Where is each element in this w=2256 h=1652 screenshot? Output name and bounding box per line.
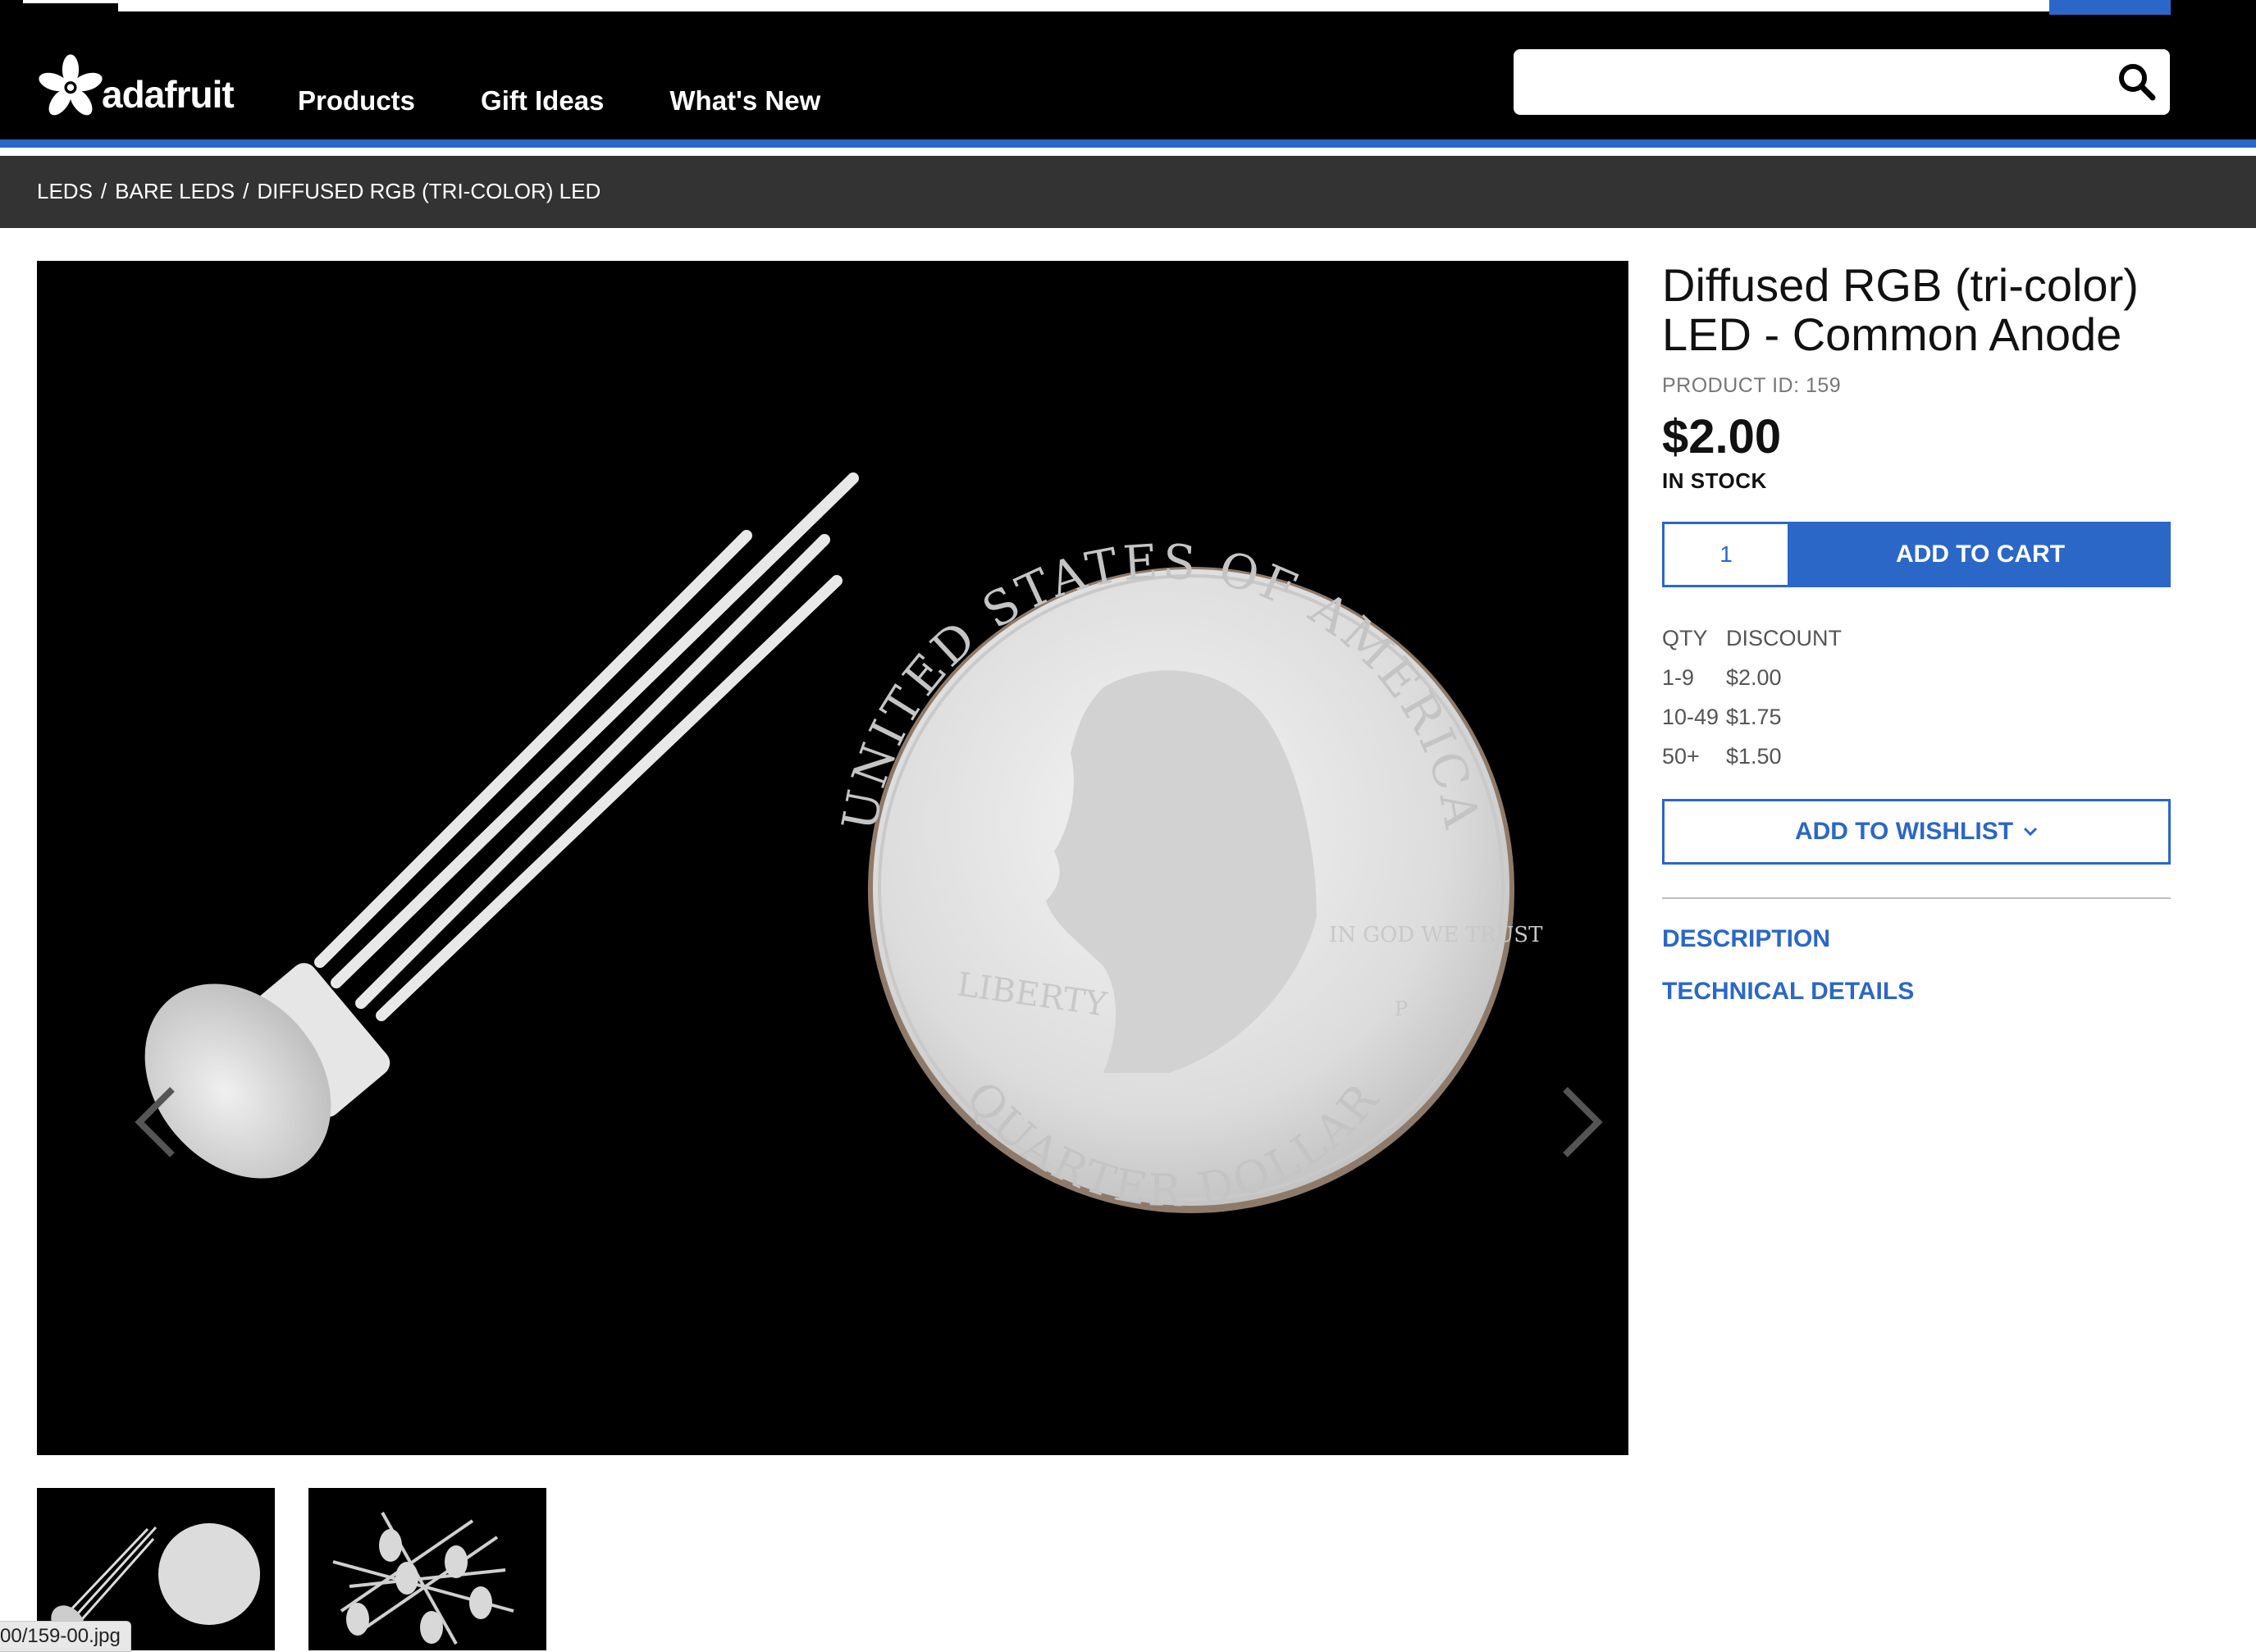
logo[interactable]: adafruit: [36, 49, 235, 123]
top-tab-indicator: [23, 0, 118, 3]
discount-header-row: QTY DISCOUNT: [1662, 618, 2171, 658]
main-product-image[interactable]: UNITED STATES OF AMERICA QUARTER DOLLAR …: [37, 261, 1628, 1455]
site-header: adafruit Products Gift Ideas What's New: [0, 15, 2256, 148]
add-to-cart-button[interactable]: ADD TO CART: [1790, 522, 2171, 587]
search-box: [1514, 49, 2170, 115]
browser-status-bar: 00/159-00.jpg: [0, 1621, 131, 1652]
chevron-down-icon: [2023, 827, 2038, 837]
add-to-wishlist-label: ADD TO WISHLIST: [1794, 818, 2014, 845]
breadcrumb-separator: /: [243, 179, 249, 203]
nav-products[interactable]: Products: [298, 85, 415, 116]
breadcrumb-leds[interactable]: LEDS: [37, 179, 93, 204]
search-icon[interactable]: [2116, 61, 2158, 103]
discount-row: 1-9 $2.00: [1662, 658, 2171, 697]
cart-row: ADD TO CART: [1662, 522, 2171, 587]
stock-status: IN STOCK: [1662, 468, 1767, 493]
discount-header-discount: DISCOUNT: [1726, 625, 1842, 650]
discount-row: 10-49 $1.75: [1662, 697, 2171, 737]
next-image-arrow-icon[interactable]: [1553, 1081, 1610, 1163]
thumbnail-led-pile[interactable]: [308, 1488, 546, 1650]
discount-header-qty: QTY: [1662, 625, 1708, 650]
breadcrumb-separator: /: [100, 179, 107, 203]
top-blue-tab: [2049, 0, 2171, 15]
discount-price: $1.50: [1726, 743, 1782, 769]
add-to-wishlist-button[interactable]: ADD TO WISHLIST: [1662, 799, 2171, 865]
discount-price: $2.00: [1726, 664, 1782, 690]
discount-qty: 10-49: [1662, 704, 1719, 729]
description-link[interactable]: DESCRIPTION: [1662, 925, 2171, 953]
breadcrumb-bar: LEDS / BARE LEDS / DIFFUSED RGB (TRI-COL…: [0, 156, 2256, 228]
product-info: Diffused RGB (tri-color) LED - Common An…: [1662, 261, 2171, 1006]
top-white-bar: [118, 0, 2169, 11]
previous-image-arrow-icon[interactable]: [127, 1081, 185, 1163]
product-id: PRODUCT ID: 159: [1662, 374, 1842, 397]
product-price: $2.00: [1662, 410, 1782, 463]
nav-gift-ideas[interactable]: Gift Ideas: [481, 85, 604, 116]
thumbnail-led-pile-image: [332, 1512, 514, 1645]
breadcrumb-bare-leds[interactable]: BARE LEDS: [115, 179, 235, 204]
discount-row: 50+ $1.50: [1662, 737, 2171, 776]
discount-qty: 50+: [1662, 743, 1700, 769]
flower-logo-icon: [39, 54, 103, 116]
search-input[interactable]: [1530, 57, 2091, 107]
breadcrumb-current: DIFFUSED RGB (TRI-COLOR) LED: [257, 179, 601, 203]
coin-mint-mark: P: [1395, 997, 1408, 1020]
quantity-input[interactable]: [1662, 522, 1790, 587]
led-and-coin-photo: UNITED STATES OF AMERICA QUARTER DOLLAR …: [144, 472, 1543, 1216]
discount-table: QTY DISCOUNT 1-9 $2.00 10-49 $1.75 50+ $…: [1662, 618, 2171, 776]
main-nav: Products Gift Ideas What's New: [298, 85, 886, 116]
discount-price: $1.75: [1726, 704, 1782, 729]
coin-text-motto: IN GOD WE TRUST: [1329, 923, 1543, 947]
nav-whats-new[interactable]: What's New: [669, 85, 820, 116]
header-accent-line: [0, 139, 2256, 148]
divider: [1662, 897, 2171, 899]
technical-details-link[interactable]: TECHNICAL DETAILS: [1662, 978, 2171, 1006]
discount-qty: 1-9: [1662, 664, 1695, 690]
breadcrumb: LEDS / BARE LEDS / DIFFUSED RGB (TRI-COL…: [37, 179, 601, 204]
logo-text: adafruit: [102, 73, 235, 116]
product-title: Diffused RGB (tri-color) LED - Common An…: [1662, 259, 2139, 360]
browser-top-strip: [0, 0, 2256, 15]
